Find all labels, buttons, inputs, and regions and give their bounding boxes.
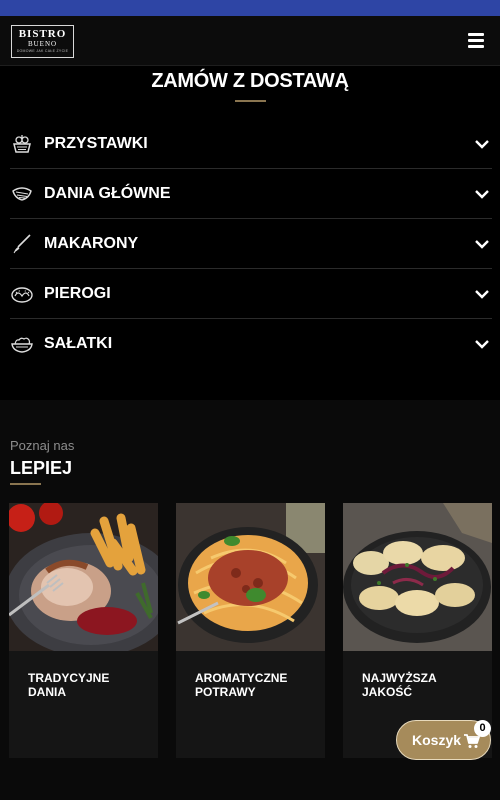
- appetizer-icon: [13, 135, 31, 153]
- salad-icon: [11, 337, 33, 353]
- category-dania-glowne[interactable]: DANIA GŁÓWNE: [10, 169, 492, 219]
- chevron-down-icon[interactable]: [474, 136, 490, 152]
- chevron-down-icon[interactable]: [474, 186, 490, 202]
- section-title: ZAMÓW Z DOSTAWĄ: [151, 70, 349, 92]
- category-label: MAKARONY: [44, 235, 139, 252]
- feature-card-traditional[interactable]: TRADYCYJNE DANIA: [9, 503, 158, 758]
- card-caption: TRADYCYJNE DANIA: [28, 671, 110, 699]
- category-label: PRZYSTAWKI: [44, 135, 148, 152]
- pasta-icon: [13, 234, 31, 254]
- logo-tagline: DOMOWE JAK CAŁE ŻYCIE: [16, 49, 69, 53]
- logo-sub: BUENO: [27, 40, 58, 48]
- cart-label: Koszyk: [412, 732, 462, 748]
- category-label: SAŁATKI: [44, 335, 113, 352]
- site-header: BISTRO BUENO DOMOWE JAK CAŁE ŻYCIE: [0, 16, 500, 66]
- chevron-down-icon[interactable]: [474, 336, 490, 352]
- status-bar: [0, 0, 500, 16]
- category-przystawki[interactable]: PRZYSTAWKI: [10, 119, 492, 169]
- logo-name: BISTRO: [18, 28, 67, 40]
- category-list: PRZYSTAWKI DANIA GŁÓWNE MAKARONY PIEROGI: [10, 119, 492, 369]
- about-underline: [10, 483, 41, 485]
- chevron-down-icon[interactable]: [474, 286, 490, 302]
- spaghetti-bolognese-photo: [176, 503, 325, 651]
- hamburger-menu-icon[interactable]: [466, 32, 486, 50]
- main-dish-icon: [12, 187, 32, 201]
- feature-card-aromatic[interactable]: AROMATYCZNE POTRAWY: [176, 503, 325, 758]
- bistro-logo[interactable]: BISTRO BUENO DOMOWE JAK CAŁE ŻYCIE: [11, 25, 74, 58]
- about-pretitle: Poznaj nas: [10, 438, 75, 453]
- category-pierogi[interactable]: PIEROGI: [10, 269, 492, 319]
- category-label: PIEROGI: [44, 285, 111, 302]
- category-makarony[interactable]: MAKARONY: [10, 219, 492, 269]
- meat-with-fries-photo: [9, 503, 158, 651]
- chevron-down-icon[interactable]: [474, 236, 490, 252]
- card-caption: AROMATYCZNE POTRAWY: [195, 671, 288, 699]
- category-salatki[interactable]: SAŁATKI: [10, 319, 492, 369]
- category-label: DANIA GŁÓWNE: [44, 185, 171, 202]
- dumplings-icon: [11, 287, 33, 303]
- title-underline: [235, 100, 266, 102]
- cart-count-badge: 0: [474, 720, 491, 737]
- card-caption: NAJWYŻSZA JAKOŚĆ: [362, 671, 437, 699]
- about-title: LEPIEJ: [10, 458, 73, 478]
- pierogi-photo: [343, 503, 492, 651]
